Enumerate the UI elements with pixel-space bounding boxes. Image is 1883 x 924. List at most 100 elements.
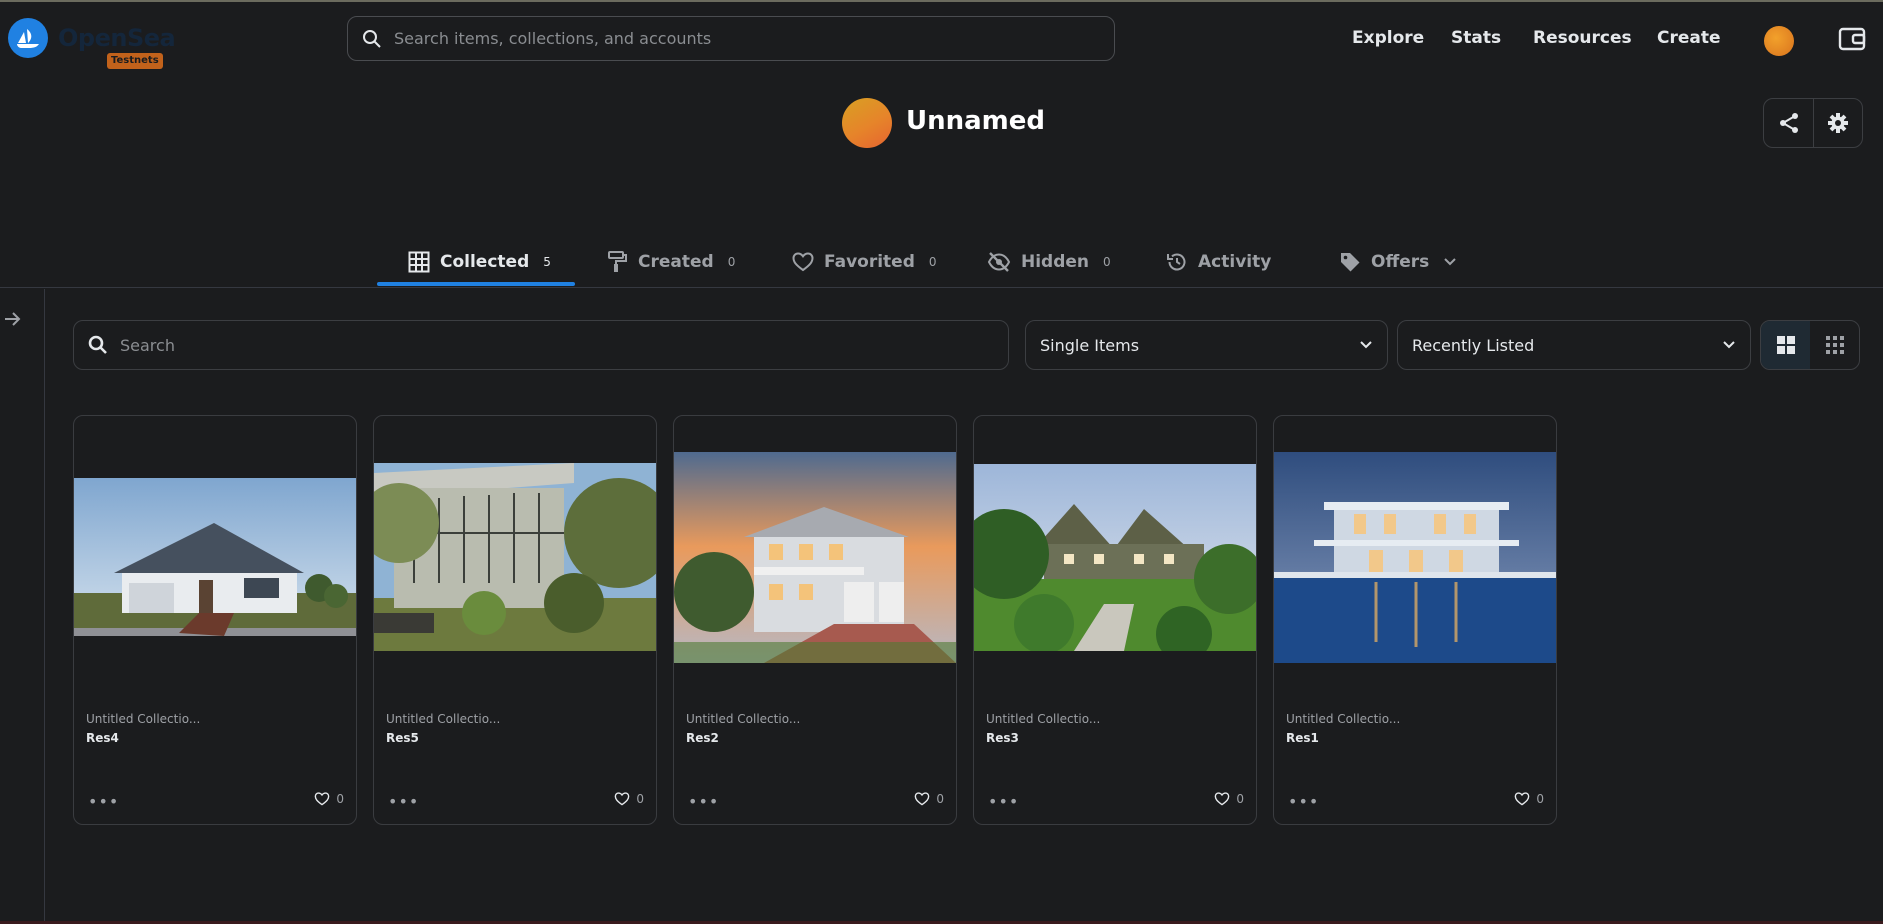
tab-hidden-label: Hidden bbox=[1021, 252, 1090, 272]
profile-tabs: Collected 5 Created 0 Favorited 0 Hidden… bbox=[0, 236, 1883, 288]
filter-sidebar bbox=[0, 289, 45, 924]
nft-card[interactable]: Untitled Collectio... Res2 ••• 0 bbox=[673, 415, 957, 825]
paint-roller-icon bbox=[608, 251, 627, 272]
card-collection[interactable]: Untitled Collectio... bbox=[86, 712, 200, 726]
tab-created-count: 0 bbox=[727, 255, 736, 269]
tab-collected[interactable]: Collected 5 bbox=[408, 236, 551, 288]
tab-activity[interactable]: Activity bbox=[1166, 236, 1271, 288]
favorite-button[interactable]: 0 bbox=[914, 792, 944, 806]
heart-icon bbox=[315, 792, 330, 806]
nft-image bbox=[674, 452, 956, 663]
profile-avatar bbox=[842, 98, 892, 148]
tab-hidden[interactable]: Hidden 0 bbox=[987, 236, 1111, 288]
more-options-icon[interactable]: ••• bbox=[88, 794, 119, 810]
nft-card[interactable]: Untitled Collectio... Res3 ••• 0 bbox=[973, 415, 1257, 825]
items-search[interactable] bbox=[73, 320, 1009, 370]
nav-resources[interactable]: Resources bbox=[1533, 28, 1632, 48]
testnets-badge: Testnets bbox=[107, 53, 163, 69]
tab-offers[interactable]: Offers bbox=[1339, 236, 1457, 288]
tab-created[interactable]: Created 0 bbox=[608, 236, 735, 288]
large-grid-button[interactable] bbox=[1761, 321, 1810, 369]
eye-off-icon bbox=[987, 252, 1011, 272]
small-grid-icon bbox=[1825, 336, 1844, 354]
nav-stats[interactable]: Stats bbox=[1451, 28, 1501, 48]
settings-button[interactable] bbox=[1813, 99, 1862, 147]
item-type-value: Single Items bbox=[1040, 335, 1140, 355]
top-header: OpenSea Testnets Explore Stats Resources… bbox=[0, 2, 1883, 74]
opensea-logo-icon[interactable] bbox=[8, 18, 48, 58]
grid-icon bbox=[408, 251, 430, 273]
card-collection[interactable]: Untitled Collectio... bbox=[1286, 712, 1400, 726]
heart-icon bbox=[615, 792, 630, 806]
nft-card[interactable]: Untitled Collectio... Res1 ••• 0 bbox=[1273, 415, 1557, 825]
nft-image bbox=[74, 478, 356, 636]
profile-name: Unnamed bbox=[906, 106, 1046, 136]
active-tab-indicator bbox=[377, 282, 575, 286]
history-icon bbox=[1167, 253, 1186, 271]
heart-icon bbox=[915, 792, 930, 806]
tab-collected-label: Collected bbox=[440, 252, 530, 272]
global-search[interactable] bbox=[347, 16, 1115, 61]
account-avatar[interactable] bbox=[1764, 26, 1794, 56]
heart-icon bbox=[1515, 792, 1530, 806]
card-collection[interactable]: Untitled Collectio... bbox=[686, 712, 800, 726]
tab-activity-label: Activity bbox=[1198, 252, 1272, 272]
wallet-icon[interactable] bbox=[1838, 26, 1866, 52]
like-count: 0 bbox=[1536, 792, 1544, 806]
card-collection[interactable]: Untitled Collectio... bbox=[386, 712, 500, 726]
global-search-input[interactable] bbox=[394, 29, 1074, 48]
chevron-down-icon bbox=[1723, 341, 1735, 349]
card-name[interactable]: Res2 bbox=[686, 731, 719, 745]
arrow-right-icon[interactable] bbox=[4, 311, 22, 331]
like-count: 0 bbox=[336, 792, 344, 806]
gear-icon bbox=[1828, 113, 1848, 133]
more-options-icon[interactable]: ••• bbox=[688, 794, 719, 810]
chevron-down-icon bbox=[1360, 341, 1372, 349]
item-type-select[interactable]: Single Items bbox=[1025, 320, 1388, 370]
card-name[interactable]: Res5 bbox=[386, 731, 419, 745]
small-grid-button[interactable] bbox=[1810, 321, 1859, 369]
more-options-icon[interactable]: ••• bbox=[388, 794, 419, 810]
large-grid-icon bbox=[1776, 336, 1795, 354]
chevron-down-icon bbox=[1444, 258, 1456, 266]
nft-image bbox=[1274, 452, 1556, 663]
profile-actions bbox=[1763, 98, 1863, 148]
tab-hidden-count: 0 bbox=[1103, 255, 1111, 269]
favorite-button[interactable]: 0 bbox=[1514, 792, 1544, 806]
favorite-button[interactable]: 0 bbox=[314, 792, 344, 806]
card-name[interactable]: Res4 bbox=[86, 731, 119, 745]
tab-offers-label: Offers bbox=[1371, 252, 1430, 272]
like-count: 0 bbox=[936, 792, 944, 806]
more-options-icon[interactable]: ••• bbox=[1288, 794, 1319, 810]
favorite-button[interactable]: 0 bbox=[1214, 792, 1244, 806]
tab-favorited-label: Favorited bbox=[824, 252, 915, 272]
card-collection[interactable]: Untitled Collectio... bbox=[986, 712, 1100, 726]
tab-collected-count: 5 bbox=[543, 255, 551, 269]
nft-image bbox=[374, 463, 656, 651]
card-name[interactable]: Res3 bbox=[986, 731, 1019, 745]
card-name[interactable]: Res1 bbox=[1286, 731, 1319, 745]
sort-select[interactable]: Recently Listed bbox=[1397, 320, 1751, 370]
share-icon bbox=[1779, 113, 1798, 133]
heart-icon bbox=[1215, 792, 1230, 806]
share-button[interactable] bbox=[1764, 99, 1813, 147]
tab-created-label: Created bbox=[638, 252, 714, 272]
tab-favorited[interactable]: Favorited 0 bbox=[792, 236, 937, 288]
items-search-input[interactable] bbox=[120, 335, 980, 355]
tag-icon bbox=[1341, 253, 1360, 272]
nft-card[interactable]: Untitled Collectio... Res5 ••• 0 bbox=[373, 415, 657, 825]
tab-favorited-count: 0 bbox=[928, 255, 937, 269]
search-icon bbox=[88, 335, 107, 354]
nft-card[interactable]: Untitled Collectio... Res4 ••• 0 bbox=[73, 415, 357, 825]
like-count: 0 bbox=[636, 792, 644, 806]
nav-create[interactable]: Create bbox=[1657, 28, 1721, 48]
sort-value: Recently Listed bbox=[1412, 335, 1535, 355]
favorite-button[interactable]: 0 bbox=[614, 792, 644, 806]
more-options-icon[interactable]: ••• bbox=[988, 794, 1019, 810]
nav-explore[interactable]: Explore bbox=[1352, 28, 1424, 48]
like-count: 0 bbox=[1236, 792, 1244, 806]
heart-icon bbox=[792, 252, 814, 272]
logo-text[interactable]: OpenSea bbox=[58, 24, 176, 52]
search-icon bbox=[363, 29, 381, 48]
view-toggle bbox=[1760, 320, 1860, 370]
